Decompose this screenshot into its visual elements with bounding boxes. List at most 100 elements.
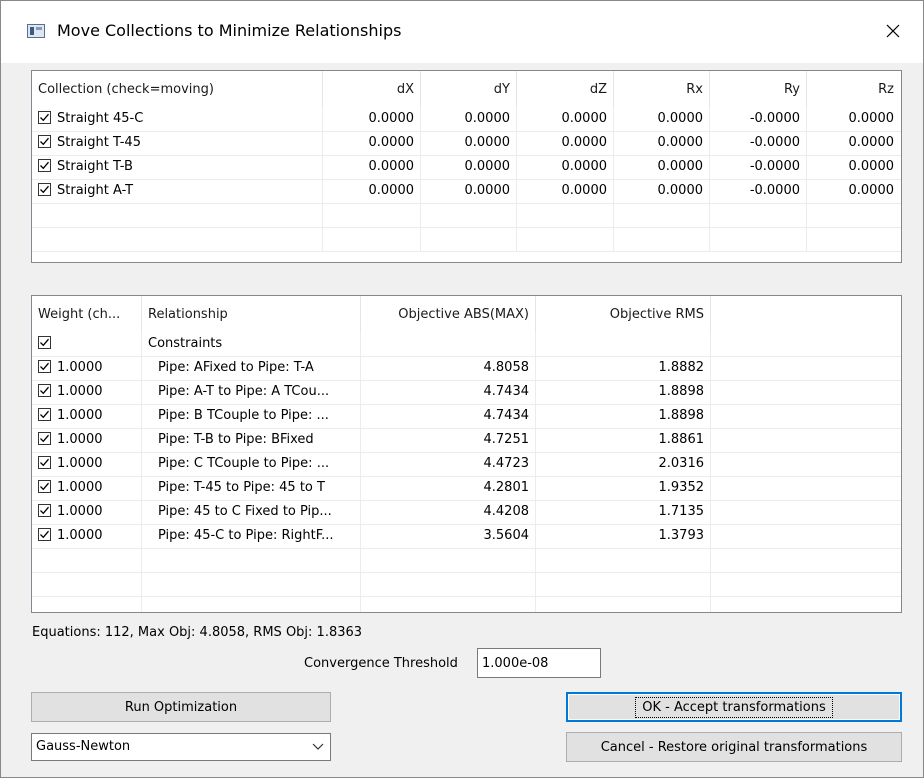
column-header-rz[interactable]: Rz — [807, 71, 900, 108]
app-icon — [27, 24, 45, 38]
empty-cell — [536, 597, 711, 612]
ok-accept-button[interactable]: OK - Accept transformations — [566, 692, 902, 722]
objective-rms-value: 1.8898 — [536, 405, 711, 429]
empty-cell — [421, 204, 517, 228]
table-row[interactable]: 1.0000 Pipe: T-B to Pipe: BFixed 4.7251 1.8… — [32, 429, 901, 453]
method-select[interactable]: Gauss-Newton — [31, 733, 331, 761]
weight-checkbox[interactable] — [38, 504, 51, 517]
objective-rms-value: 1.8882 — [536, 357, 711, 381]
column-header-ry[interactable]: Ry — [710, 71, 807, 108]
empty-cell — [711, 429, 898, 453]
collection-cell: Straight T-B — [32, 156, 323, 180]
table-row[interactable]: 1.0000 Pipe: C TCouple to Pipe: ... 4.4723… — [32, 453, 901, 477]
table-row[interactable]: 1.0000 Pipe: 45 to C Fixed to Pip... 4.420… — [32, 501, 901, 525]
weight-checkbox[interactable] — [38, 384, 51, 397]
group-checkbox[interactable] — [38, 336, 51, 349]
empty-cell — [711, 357, 898, 381]
value-dz: 0.0000 — [517, 132, 614, 156]
table-row[interactable]: Straight T-45 0.0000 0.0000 0.0000 0.0000 -0.… — [32, 132, 901, 156]
column-header-dx[interactable]: dX — [323, 71, 421, 108]
collection-name: Straight T-45 — [57, 135, 141, 150]
value-dx: 0.0000 — [323, 180, 421, 204]
value-dx: 0.0000 — [323, 132, 421, 156]
objective-abs-value: 4.7251 — [361, 429, 536, 453]
table-row[interactable]: 1.0000 Pipe: 45-C to Pipe: RightF... 3.560… — [32, 525, 901, 549]
empty-cell — [361, 333, 536, 357]
empty-cell — [807, 228, 900, 252]
objective-abs-value: 4.7434 — [361, 405, 536, 429]
collection-name: Straight A-T — [57, 183, 134, 198]
group-row[interactable]: Constraints — [32, 333, 901, 357]
objective-abs-value: 4.8058 — [361, 357, 536, 381]
value-dy: 0.0000 — [421, 180, 517, 204]
value-rx: 0.0000 — [614, 132, 710, 156]
close-button[interactable] — [877, 15, 909, 47]
run-optimization-button[interactable]: Run Optimization — [31, 692, 331, 722]
table-row[interactable]: Straight T-B 0.0000 0.0000 0.0000 0.0000 -0.0… — [32, 156, 901, 180]
empty-row — [32, 204, 901, 228]
weight-cell: 1.0000 — [32, 429, 142, 453]
chevron-down-icon — [312, 743, 324, 750]
empty-cell — [142, 549, 361, 573]
weight-checkbox[interactable] — [38, 480, 51, 493]
value-dz: 0.0000 — [517, 108, 614, 132]
table-row[interactable]: Straight A-T 0.0000 0.0000 0.0000 0.0000 -0.0… — [32, 180, 901, 204]
column-header-dz[interactable]: dZ — [517, 71, 614, 108]
value-ry: -0.0000 — [710, 156, 807, 180]
empty-cell — [710, 204, 807, 228]
empty-cell — [323, 204, 421, 228]
value-dx: 0.0000 — [323, 108, 421, 132]
objective-abs-value: 4.7434 — [361, 381, 536, 405]
table-row[interactable]: 1.0000 Pipe: B TCouple to Pipe: ... 4.7434… — [32, 405, 901, 429]
relationships-body: Constraints 1.0000 Pipe: AFixed to Pipe: T… — [32, 333, 901, 612]
moving-checkbox[interactable] — [38, 159, 51, 172]
moving-checkbox[interactable] — [38, 135, 51, 148]
value-dy: 0.0000 — [421, 132, 517, 156]
column-header-objective-rms[interactable]: Objective RMS — [536, 296, 711, 333]
weight-checkbox[interactable] — [38, 360, 51, 373]
title-bar: Move Collections to Minimize Relationshi… — [1, 1, 923, 63]
collections-list[interactable]: Collection (check=moving) dX dY dZ Rx Ry… — [31, 70, 902, 263]
empty-cell — [32, 204, 323, 228]
table-row[interactable]: 1.0000 Pipe: AFixed to Pipe: T-A 4.8058 1.8… — [32, 357, 901, 381]
relationship-name: Pipe: T-45 to Pipe: 45 to T — [142, 477, 361, 501]
column-header-objective-abs[interactable]: Objective ABS(MAX) — [361, 296, 536, 333]
empty-cell — [32, 597, 142, 612]
empty-cell — [711, 549, 898, 573]
convergence-threshold-input[interactable] — [477, 648, 601, 678]
table-row[interactable]: 1.0000 Pipe: A-T to Pipe: A TCou... 4.7434… — [32, 381, 901, 405]
moving-checkbox[interactable] — [38, 111, 51, 124]
status-summary: Equations: 112, Max Obj: 4.8058, RMS Obj… — [32, 625, 363, 640]
objective-abs-value: 3.5604 — [361, 525, 536, 549]
column-header-weight[interactable]: Weight (ch... — [32, 296, 142, 333]
table-row[interactable]: Straight 45-C 0.0000 0.0000 0.0000 0.0000 -0.… — [32, 108, 901, 132]
weight-checkbox[interactable] — [38, 408, 51, 421]
weight-checkbox[interactable] — [38, 456, 51, 469]
weight-checkbox[interactable] — [38, 432, 51, 445]
cancel-restore-button[interactable]: Cancel - Restore original transformation… — [566, 732, 902, 762]
relationship-name: Pipe: T-B to Pipe: BFixed — [142, 429, 361, 453]
weight-checkbox[interactable] — [38, 528, 51, 541]
value-ry: -0.0000 — [710, 108, 807, 132]
column-header-collection[interactable]: Collection (check=moving) — [32, 71, 323, 108]
empty-row — [32, 549, 901, 573]
relationships-list[interactable]: Weight (ch... Relationship Objective ABS… — [31, 295, 902, 613]
empty-cell — [710, 228, 807, 252]
value-rx: 0.0000 — [614, 108, 710, 132]
table-row[interactable]: 1.0000 Pipe: T-45 to Pipe: 45 to T 4.2801 1… — [32, 477, 901, 501]
collection-cell: Straight A-T — [32, 180, 323, 204]
value-ry: -0.0000 — [710, 180, 807, 204]
empty-cell — [32, 228, 323, 252]
weight-cell: 1.0000 — [32, 525, 142, 549]
empty-cell — [711, 573, 898, 597]
column-header-relationship[interactable]: Relationship — [142, 296, 361, 333]
weight-value: 1.0000 — [57, 528, 103, 543]
relationships-header: Weight (ch... Relationship Objective ABS… — [32, 296, 901, 333]
moving-checkbox[interactable] — [38, 183, 51, 196]
column-header-dy[interactable]: dY — [421, 71, 517, 108]
column-header-rx[interactable]: Rx — [614, 71, 710, 108]
value-ry: -0.0000 — [710, 132, 807, 156]
relationship-name: Pipe: C TCouple to Pipe: ... — [142, 453, 361, 477]
empty-cell — [614, 204, 710, 228]
empty-cell — [711, 381, 898, 405]
